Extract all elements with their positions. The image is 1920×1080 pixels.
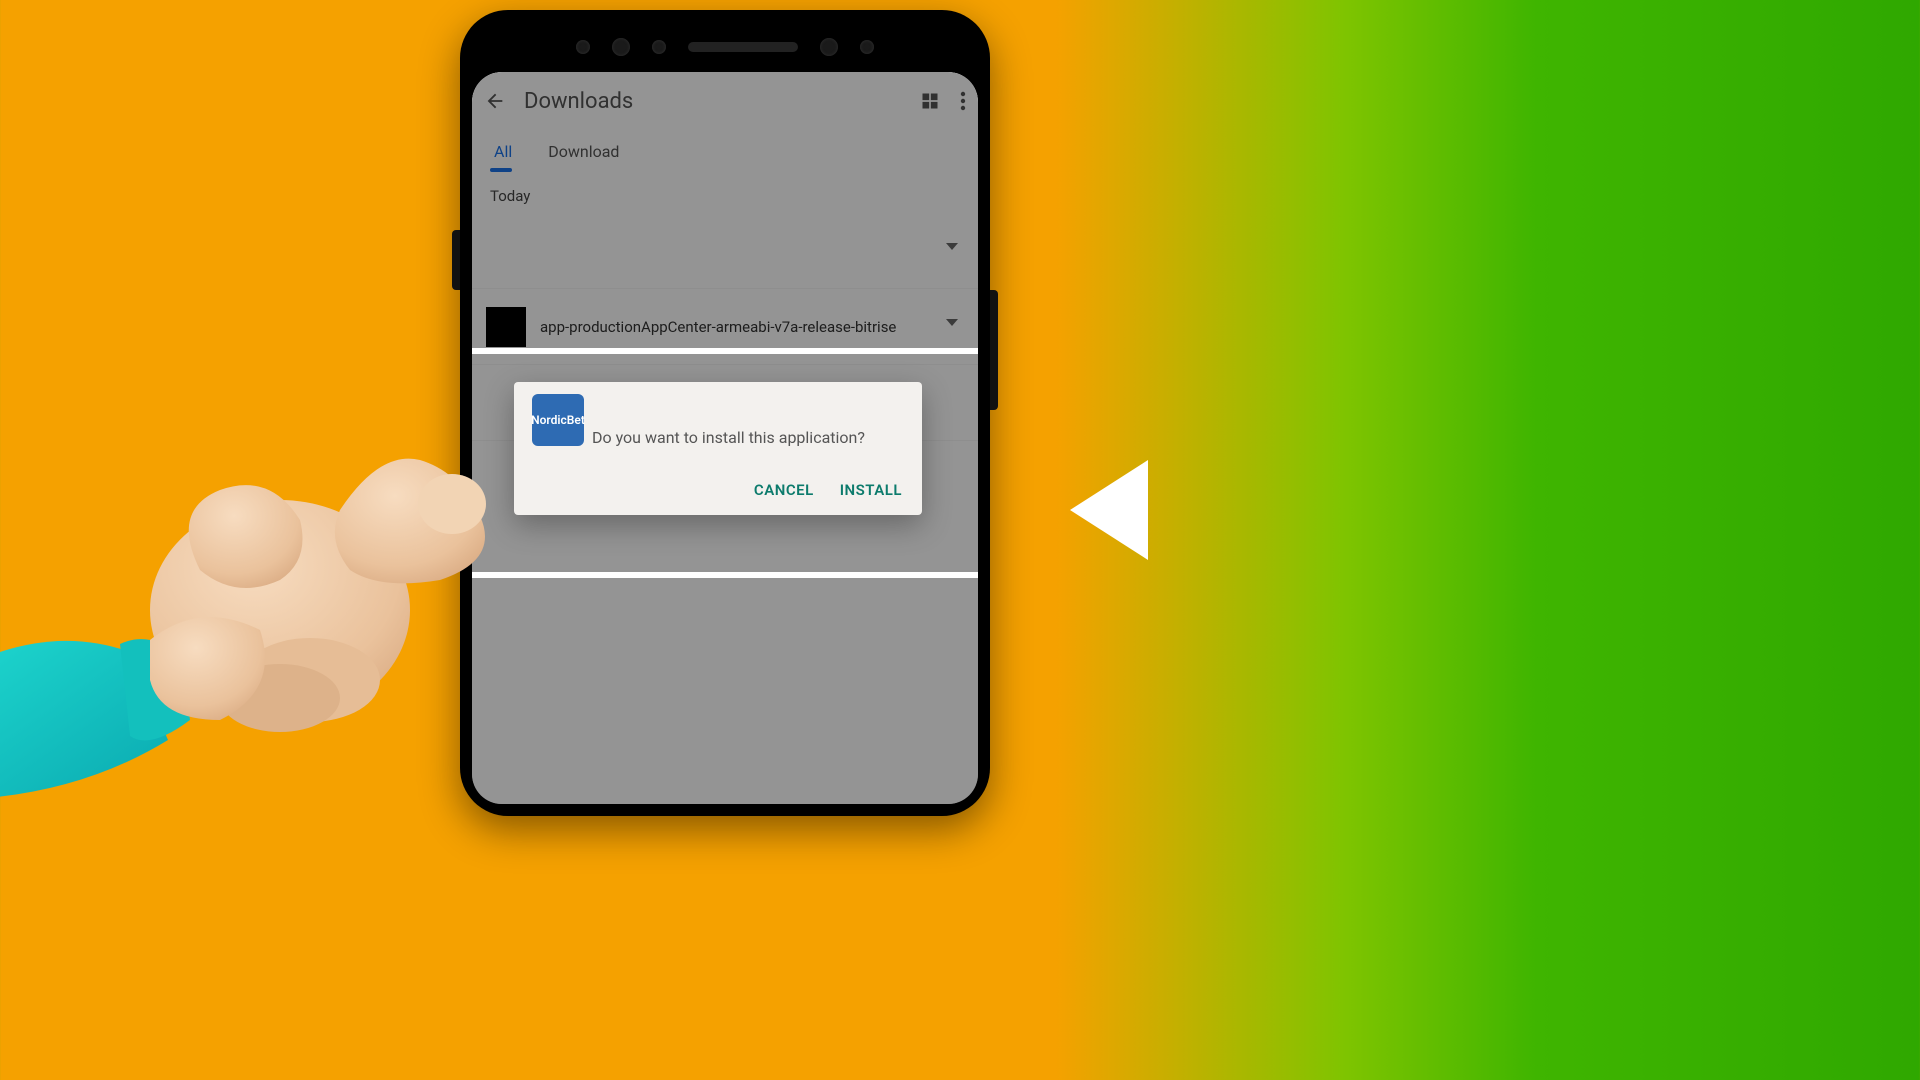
- app-icon: NordicBet: [532, 394, 584, 446]
- tab-download[interactable]: Download: [544, 130, 623, 171]
- sensor-icon: [576, 40, 590, 54]
- pointer-arrow-icon: [1070, 460, 1148, 560]
- tabs: All Download: [472, 130, 978, 171]
- file-thumb-icon: [486, 307, 526, 347]
- app-header: Downloads: [472, 72, 978, 130]
- cancel-button[interactable]: CANCEL: [754, 481, 814, 499]
- more-icon[interactable]: [960, 91, 966, 111]
- install-button[interactable]: INSTALL: [840, 481, 902, 499]
- grid-view-icon[interactable]: [920, 91, 940, 111]
- list-item-apk[interactable]: app-productionAppCenter-armeabi-v7a-rele…: [472, 289, 978, 365]
- sensor-icon: [652, 40, 666, 54]
- section-today: Today: [472, 171, 978, 213]
- page-title: Downloads: [524, 89, 633, 114]
- chevron-down-icon: [946, 243, 958, 250]
- front-camera-icon: [612, 38, 630, 56]
- dialog-message: Do you want to install this application?: [532, 424, 904, 477]
- phone-mockup: Downloads All Download Today app-product…: [460, 10, 990, 816]
- speaker-grille: [688, 42, 798, 52]
- hand-pointer-illustration: [0, 420, 540, 820]
- phone-top-hardware: [460, 32, 990, 62]
- list-item[interactable]: [472, 213, 978, 289]
- chevron-down-icon: [946, 319, 958, 326]
- back-icon[interactable]: [484, 90, 506, 112]
- sensor-icon: [860, 40, 874, 54]
- phone-screen: Downloads All Download Today app-product…: [472, 72, 978, 804]
- front-camera-icon: [820, 38, 838, 56]
- file-name: app-productionAppCenter-armeabi-v7a-rele…: [540, 318, 896, 336]
- install-dialog: NordicBet Do you want to install this ap…: [514, 382, 922, 515]
- tab-all[interactable]: All: [490, 130, 516, 171]
